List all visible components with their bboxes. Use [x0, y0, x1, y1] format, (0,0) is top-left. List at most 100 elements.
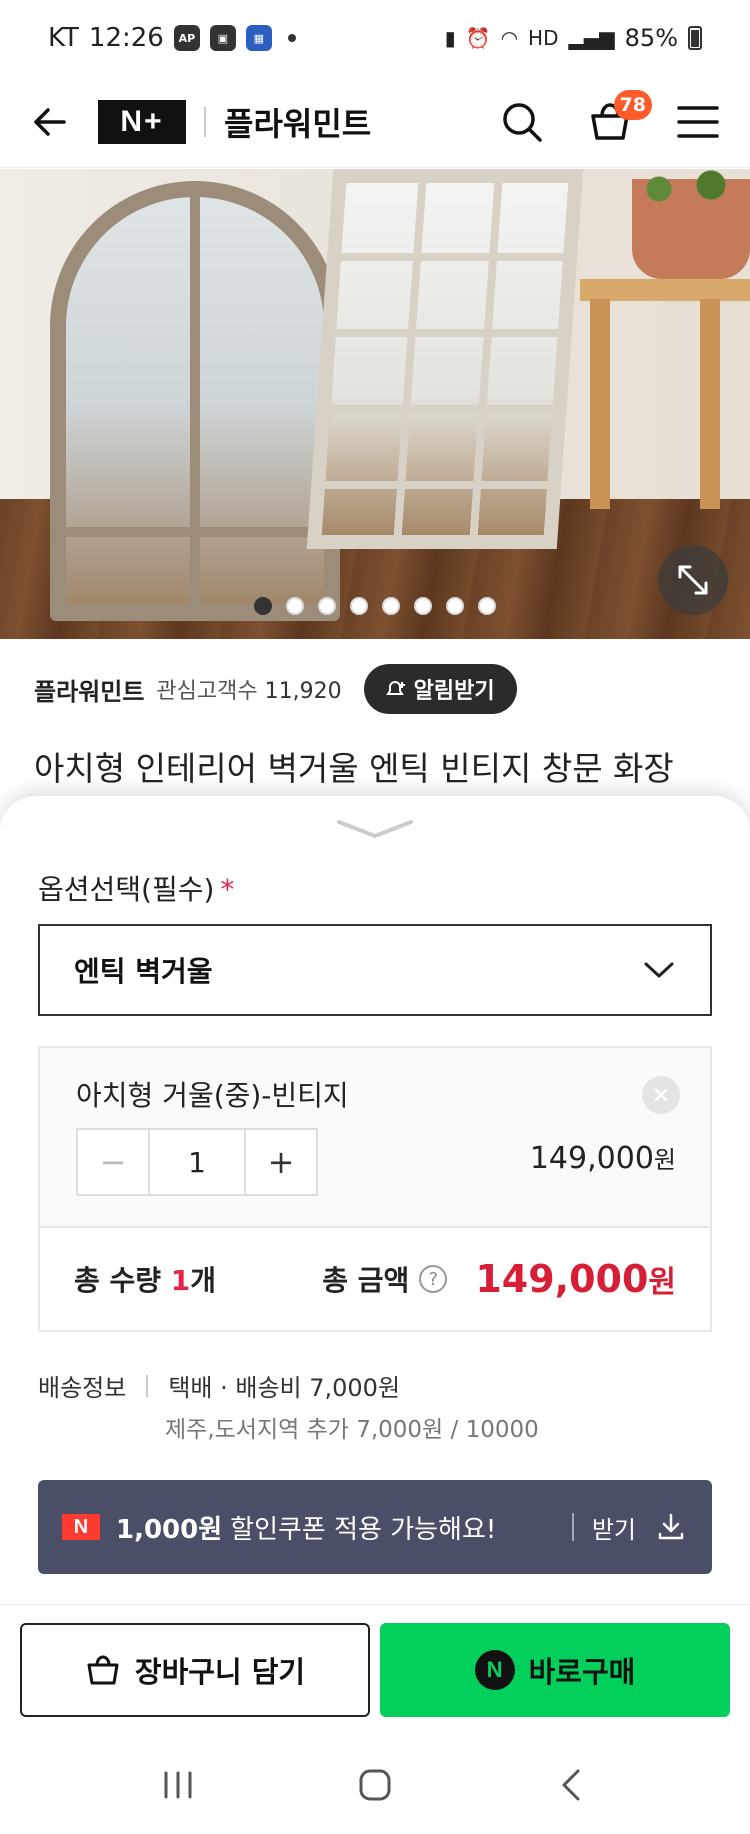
store-info-name[interactable]: 플라워민트: [34, 672, 144, 707]
battery-icon: [688, 26, 702, 50]
total-price: 149,000원: [475, 1257, 676, 1301]
expand-image-button[interactable]: [658, 545, 728, 615]
alarm-subscribe-button[interactable]: 알림받기: [363, 664, 517, 714]
system-back-button[interactable]: [542, 1755, 602, 1815]
naver-plus-logo[interactable]: N+: [98, 99, 186, 144]
wifi-icon: ◠: [500, 26, 519, 50]
option-label-text: 옵션선택(필수): [38, 873, 215, 906]
search-button[interactable]: [498, 98, 546, 146]
item-price-unit: 원: [653, 1146, 676, 1174]
lock-icon: ▮: [444, 26, 456, 50]
recent-apps-icon: [164, 1771, 192, 1799]
interest-label: 관심고객수: [156, 679, 258, 704]
chevron-down-icon: [337, 820, 413, 838]
chevron-down-icon: [642, 953, 676, 987]
interest-value: 11,920: [264, 679, 342, 704]
recent-apps-button[interactable]: [148, 1755, 208, 1815]
window-mirror-image: [306, 169, 584, 549]
carousel-indicator: [0, 597, 750, 615]
cart-button[interactable]: 78: [586, 89, 652, 146]
expand-icon: [678, 565, 708, 595]
status-right: ▮ ⏰ ◠ HD ▂▄▆ 85%: [445, 24, 702, 52]
hamburger-menu-icon: [677, 105, 719, 138]
add-to-cart-button[interactable]: 장바구니 담기: [20, 1623, 370, 1717]
shipping-method: 택배 · 배송비 7,000원: [168, 1374, 401, 1402]
home-button[interactable]: [345, 1755, 405, 1815]
basket-icon: [87, 1655, 119, 1685]
cart-count-badge: 78: [613, 89, 652, 120]
quantity-stepper: − 1 +: [76, 1128, 318, 1196]
product-image-carousel[interactable]: [0, 169, 750, 639]
coupon-message: 할인쿠폰 적용 가능해요!: [230, 1514, 497, 1545]
total-price-value: 149,000: [475, 1257, 649, 1301]
battery-percent: 85%: [624, 24, 678, 52]
naver-pay-icon: N: [474, 1650, 515, 1690]
hd-icon: HD: [528, 26, 559, 50]
carousel-dot[interactable]: [414, 597, 432, 615]
coupon-banner[interactable]: N 1,000원 할인쿠폰 적용 가능해요! 받기: [38, 1480, 712, 1574]
store-info-row: 플라워민트 관심고객수 11,920 알림받기: [34, 664, 517, 714]
remove-item-button[interactable]: [642, 1076, 680, 1114]
total-qty-unit: 개: [190, 1264, 217, 1297]
shipping-info: 배송정보 택배 · 배송비 7,000원: [38, 1368, 400, 1403]
buy-now-button[interactable]: N 바로구매: [380, 1623, 730, 1717]
carousel-dot[interactable]: [478, 597, 496, 615]
arrow-left-icon: [34, 107, 66, 136]
app-notification-icon: AP: [173, 25, 200, 51]
carrier-label: KT: [48, 23, 79, 53]
increase-quantity-button[interactable]: +: [244, 1130, 316, 1194]
shipping-extra-fee: 제주,도서지역 추가 7,000원 / 10000: [165, 1417, 539, 1443]
naver-coupon-logo-icon: N: [62, 1514, 100, 1540]
option-select[interactable]: 엔틱 벽거울: [38, 924, 712, 1016]
header-divider: [204, 106, 206, 137]
home-icon: [359, 1769, 391, 1801]
system-nav-bar: [0, 1736, 750, 1834]
decrease-quantity-button[interactable]: −: [78, 1130, 150, 1194]
carousel-dot[interactable]: [318, 597, 336, 615]
carousel-dot[interactable]: [446, 597, 464, 615]
plant-image: [620, 169, 750, 209]
wooden-stool-image: [580, 279, 750, 509]
product-title: 아치형 인테리어 벽거울 엔틱 빈티지 창문 화장: [34, 749, 674, 788]
required-mark: *: [220, 873, 235, 906]
total-qty-label: 총 수량: [74, 1264, 171, 1297]
status-bar: KT 12:26 AP ▣ ▦ ▮ ⏰ ◠ HD ▂▄▆ 85%: [0, 0, 750, 76]
shipping-divider: [146, 1374, 149, 1397]
coupon-get-label[interactable]: 받기: [592, 1510, 636, 1545]
help-icon[interactable]: ?: [419, 1265, 448, 1293]
total-amount-label: 총 금액 ?: [322, 1259, 448, 1299]
sheet-collapse-handle[interactable]: [335, 816, 415, 840]
signal-icon: ▂▄▆: [568, 26, 615, 50]
back-button[interactable]: [28, 100, 72, 144]
gallery-notification-icon: ▣: [209, 25, 236, 51]
close-icon: [654, 1088, 668, 1102]
interest-count: 관심고객수 11,920: [156, 673, 341, 705]
clock: 12:26: [88, 23, 164, 53]
carousel-dot[interactable]: [286, 597, 304, 615]
option-bottom-sheet: 옵션선택(필수) * 엔틱 벽거울 아치형 거울(중)-빈티지 − 1 + 149…: [0, 796, 750, 1716]
bell-plus-icon: [385, 681, 405, 695]
search-icon: [503, 102, 542, 142]
calendar-notification-icon: ▦: [245, 25, 272, 51]
total-amount-label-text: 총 금액: [322, 1264, 410, 1297]
option-label: 옵션선택(필수) *: [38, 868, 234, 908]
item-price-value: 149,000: [529, 1141, 654, 1176]
item-name: 아치형 거울(중)-빈티지: [76, 1079, 349, 1112]
total-price-unit: 원: [648, 1265, 676, 1300]
carousel-dot[interactable]: [254, 597, 272, 615]
carousel-dot[interactable]: [382, 597, 400, 615]
item-price: 149,000원: [530, 1140, 676, 1176]
menu-button[interactable]: [674, 98, 722, 146]
purchase-actions: 장바구니 담기 N 바로구매: [0, 1604, 750, 1734]
carousel-dot[interactable]: [350, 597, 368, 615]
download-icon[interactable]: [654, 1510, 688, 1544]
header-actions: 78: [498, 89, 722, 146]
add-to-cart-label: 장바구니 담기: [134, 1655, 306, 1689]
coupon-amount: 1,000원: [116, 1514, 223, 1545]
total-summary: 총 수량 1개 총 금액 ? 149,000원: [38, 1226, 712, 1332]
store-name[interactable]: 플라워민트: [224, 99, 371, 145]
buy-now-label: 바로구매: [528, 1655, 636, 1689]
alarm-icon: ⏰: [465, 26, 491, 50]
quantity-value[interactable]: 1: [150, 1130, 244, 1194]
chevron-left-icon: [562, 1769, 580, 1801]
